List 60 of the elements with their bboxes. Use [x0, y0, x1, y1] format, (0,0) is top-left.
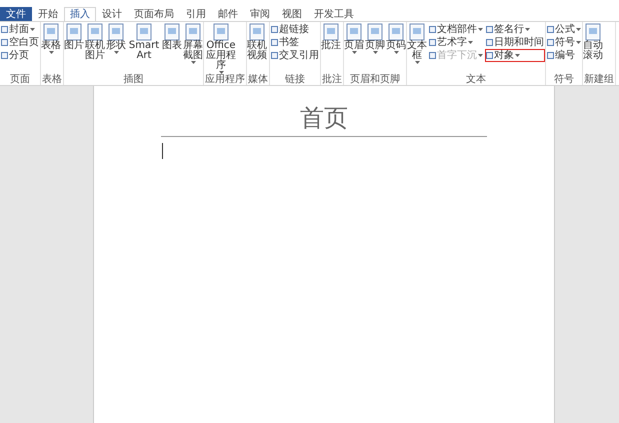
caret-icon [478, 54, 483, 57]
ribbon-button[interactable]: 批注 [321, 23, 341, 74]
group-label: 应用程序 [204, 74, 246, 85]
ribbon-button[interactable]: 书签 [270, 36, 320, 49]
ribbon-button[interactable]: 符号 [546, 36, 582, 49]
ribbon-button[interactable]: 交叉引用 [270, 49, 320, 62]
group-label: 链接 [284, 74, 306, 85]
ribbon-button[interactable]: 签名行 [485, 23, 545, 36]
ribbon-button[interactable]: 图表 [162, 23, 182, 74]
group-label: 媒体 [247, 74, 269, 85]
ribbon-tab[interactable]: 文件 [0, 7, 32, 21]
caret-icon [468, 41, 473, 44]
caret-icon [394, 51, 398, 54]
group-label: 符号 [553, 74, 575, 85]
ribbon-button[interactable]: 封面 [0, 23, 40, 36]
caret-icon [48, 51, 54, 54]
ribbon-button[interactable]: 对象 [485, 49, 545, 62]
caret-icon [30, 28, 35, 31]
ribbon-button[interactable]: 页脚 [365, 23, 385, 74]
caret-icon [190, 61, 196, 64]
ribbon-button[interactable]: 表格 [41, 23, 61, 74]
caret-icon [372, 51, 378, 54]
ribbon-button[interactable]: 超链接 [270, 23, 320, 36]
caret-icon [525, 28, 530, 31]
caret-icon [576, 28, 581, 31]
ribbon-button[interactable]: 公式 [546, 23, 582, 36]
ribbon-button[interactable]: SmartArt [127, 23, 161, 74]
group-label: 表格 [41, 74, 63, 85]
ribbon-button[interactable]: 文本框 [407, 23, 427, 74]
ribbon-button[interactable]: 联机视频 [247, 23, 267, 74]
ribbon-button[interactable]: 艺术字 [428, 36, 484, 49]
header-text: 首页 [300, 103, 348, 134]
ribbon-button[interactable]: 文档部件 [428, 23, 484, 36]
ribbon-button[interactable]: 图片 [64, 23, 84, 74]
ribbon-button[interactable]: 形状 [106, 23, 126, 74]
group-label: 新建组 [583, 74, 615, 85]
group-label: 批注 [321, 74, 343, 85]
ribbon-tab[interactable]: 插入 [64, 7, 96, 21]
ribbon-button[interactable]: 页码 [386, 23, 406, 74]
group-label: 插图 [122, 74, 144, 85]
caret-icon [352, 51, 356, 54]
caret-icon [478, 28, 483, 31]
caret-icon [576, 41, 581, 44]
ribbon-button[interactable]: 自动滚动 [583, 23, 603, 74]
ribbon-button[interactable]: 编号 [546, 49, 582, 62]
caret-icon [114, 51, 118, 54]
caret-icon [414, 61, 420, 64]
text-cursor-icon [161, 143, 164, 159]
ribbon-button[interactable]: 页眉 [344, 23, 364, 74]
ribbon-button[interactable]: 空白页 [0, 36, 40, 49]
ribbon-button[interactable]: 屏幕截图 [183, 23, 203, 74]
group-label: 文本 [465, 74, 487, 85]
ribbon-button[interactable]: Office 应用程序 [204, 23, 238, 74]
group-label: 页眉和页脚 [349, 74, 401, 85]
ribbon-button[interactable]: 分页 [0, 49, 40, 62]
caret-icon [515, 54, 520, 57]
ribbon-button[interactable]: 联机图片 [85, 23, 105, 74]
caret-icon [218, 71, 224, 74]
group-label: 页面 [9, 74, 31, 85]
ribbon-button[interactable]: 日期和时间 [485, 36, 545, 49]
